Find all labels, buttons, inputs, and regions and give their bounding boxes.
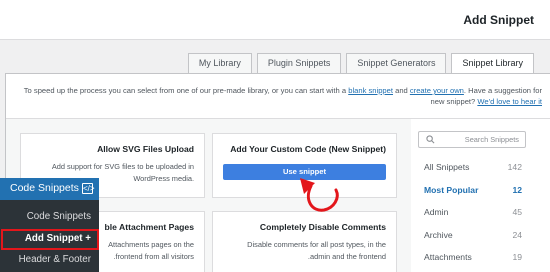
search-placeholder: Search Snippets bbox=[464, 135, 519, 144]
snippet-card-title: ble Attachment Pages bbox=[104, 222, 194, 232]
category-count: 45 bbox=[512, 207, 522, 217]
category-list: All Snippets 142 Most Popular 12 Admin 4… bbox=[418, 156, 526, 269]
code-snippets-icon: </> bbox=[82, 183, 95, 194]
snippet-card-title: Add Your Custom Code (New Snippet) bbox=[230, 144, 386, 154]
snippet-card-title: Allow SVG Files Upload bbox=[97, 144, 194, 154]
category-label: Attachments bbox=[424, 252, 472, 262]
category-label: Admin bbox=[424, 207, 449, 217]
tab-my-library[interactable]: My Library bbox=[187, 53, 252, 74]
category-item-all-snippets[interactable]: All Snippets 142 bbox=[418, 156, 526, 179]
blank-snippet-link[interactable]: blank snippet bbox=[348, 86, 393, 95]
snippet-card-disable-comments[interactable]: Completely Disable Comments Disable comm… bbox=[212, 211, 397, 272]
submenu-item-header-footer[interactable]: Header & Footer bbox=[19, 254, 91, 265]
submenu-item-code-snippets[interactable]: Code Snippets bbox=[27, 211, 91, 222]
category-label: All Snippets bbox=[424, 162, 470, 172]
category-item-archive[interactable]: Archive 24 bbox=[418, 224, 526, 247]
category-label: Archive bbox=[424, 229, 453, 240]
page-title: Add Snippet bbox=[463, 13, 534, 27]
search-snippets-input[interactable]: Search Snippets bbox=[418, 131, 526, 148]
snippet-card-description-line: Add support for SVG files to be uploaded… bbox=[51, 162, 194, 171]
category-item-admin[interactable]: Admin 45 bbox=[418, 201, 526, 224]
category-sidebar: Search Snippets All Snippets 142 Most Po… bbox=[418, 125, 526, 272]
code-snippets-menu[interactable]: Code Snippets </> bbox=[0, 178, 99, 200]
snippet-card-description: Disable comments for all post types, in … bbox=[247, 239, 386, 263]
snippet-card-description-line: .frontend from all visitors bbox=[113, 252, 194, 261]
snippet-card-description-line: .admin and the frontend bbox=[307, 252, 386, 261]
suggestion-link[interactable]: We'd love to hear it bbox=[477, 97, 542, 106]
intro-text-part: and bbox=[392, 86, 410, 95]
tab-bar: My Library Plugin Snippets Snippet Gener… bbox=[183, 53, 534, 75]
annotation-arrow bbox=[300, 178, 339, 212]
snippet-card-description-line: Disable comments for all post types, in … bbox=[247, 240, 386, 249]
category-item-most-popular[interactable]: Most Popular 12 bbox=[418, 179, 526, 202]
tab-snippet-library[interactable]: Snippet Library bbox=[451, 53, 534, 75]
code-snippets-menu-label: Code Snippets bbox=[10, 182, 79, 194]
intro-text-part: To speed up the process you can select f… bbox=[23, 86, 349, 95]
category-label: Most Popular bbox=[424, 184, 479, 195]
category-count: 142 bbox=[507, 162, 522, 172]
intro-text: To speed up the process you can select f… bbox=[15, 85, 542, 107]
category-item-attachments[interactable]: Attachments 19 bbox=[418, 246, 526, 269]
create-your-own-link[interactable]: create your own bbox=[410, 86, 464, 95]
admin-menu: Code Snippets </> Code Snippets Add Snip… bbox=[0, 178, 99, 272]
category-count: 12 bbox=[512, 184, 522, 195]
snippet-card-title: Completely Disable Comments bbox=[259, 222, 386, 232]
snippet-card-description: Attachments pages on the .frontend from … bbox=[108, 239, 194, 263]
category-count: 19 bbox=[512, 252, 522, 262]
tab-plugin-snippets[interactable]: Plugin Snippets bbox=[256, 53, 342, 74]
category-count: 24 bbox=[512, 229, 522, 240]
tab-snippet-generators[interactable]: Snippet Generators bbox=[346, 53, 447, 74]
search-icon bbox=[426, 135, 435, 144]
add-snippet-highlight bbox=[1, 229, 99, 250]
top-bar: Add Snippet bbox=[0, 0, 550, 40]
snippet-card-description-line: Attachments pages on the bbox=[108, 240, 194, 249]
